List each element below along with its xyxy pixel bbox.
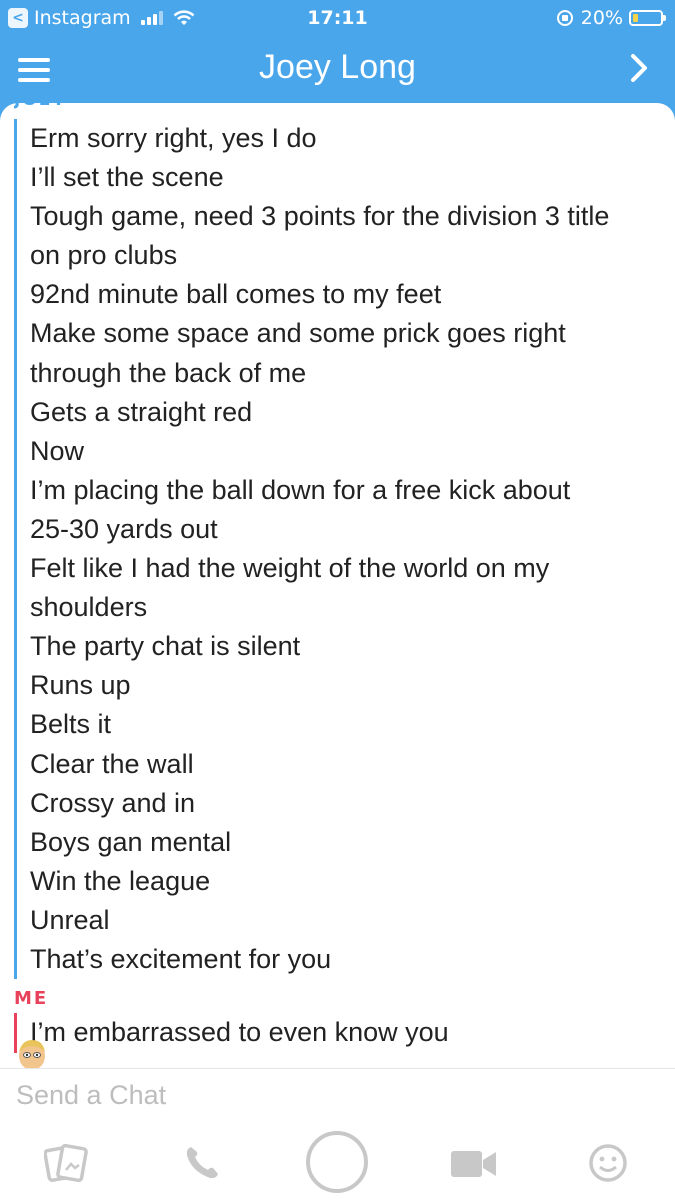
emoji-icon[interactable]	[588, 1143, 628, 1183]
phone-icon[interactable]	[182, 1143, 224, 1183]
chat-message[interactable]: Clear the wall	[30, 745, 664, 784]
video-icon[interactable]	[450, 1149, 498, 1179]
chat-message[interactable]: Felt like I had the weight of the world …	[30, 549, 664, 588]
chat-message[interactable]: I’m embarrassed to even know you	[30, 1013, 664, 1052]
chat-message[interactable]: Unreal	[30, 901, 664, 940]
sender-label-me: ME	[14, 988, 49, 1009]
chat-message[interactable]: I’ll set the scene	[30, 158, 664, 197]
chat-message[interactable]: That’s excitement for you	[30, 940, 664, 979]
chat-message[interactable]: Win the league	[30, 862, 664, 901]
battery-icon	[629, 10, 666, 26]
chat-message[interactable]: Boys gan mental	[30, 823, 664, 862]
chat-message[interactable]: The party chat is silent	[30, 627, 664, 666]
chat-message[interactable]: Crossy and in	[30, 784, 664, 823]
chat-message[interactable]: Tough game, need 3 points for the divisi…	[30, 197, 664, 236]
chat-message[interactable]: Make some space and some prick goes righ…	[30, 314, 664, 353]
message-group-me: I’m embarrassed to even know you	[14, 1013, 664, 1053]
chevron-right-icon[interactable]	[623, 50, 655, 86]
status-bar: < Instagram 17:11 20%	[0, 0, 675, 36]
chat-message[interactable]: 92nd minute ball comes to my feet	[30, 275, 664, 314]
sender-label-joey: JOEY	[14, 96, 67, 110]
chat-message[interactable]: Runs up	[30, 666, 664, 705]
chat-message[interactable]: Erm sorry right, yes I do	[30, 119, 664, 158]
chat-message[interactable]: Now	[30, 432, 664, 471]
chat-header: Joey Long	[0, 36, 675, 102]
battery-percent: 20%	[580, 7, 623, 29]
rotation-lock-icon	[556, 10, 573, 26]
chat-message[interactable]: on pro clubs	[30, 236, 664, 275]
avatar[interactable]	[14, 1036, 50, 1068]
message-group-joey: Erm sorry right, yes I do I’ll set the sc…	[14, 119, 664, 979]
capture-icon[interactable]	[304, 1129, 370, 1195]
chat-message[interactable]: Belts it	[30, 705, 664, 744]
chat-message[interactable]: through the back of me	[30, 354, 664, 393]
chat-input[interactable]: Send a Chat	[16, 1080, 166, 1111]
chat-message[interactable]: shoulders	[30, 588, 664, 627]
chat-toolbar	[0, 1125, 675, 1200]
chat-message[interactable]: 25-30 yards out	[30, 510, 664, 549]
composer-divider	[0, 1068, 675, 1069]
chat-message[interactable]: Gets a straight red	[30, 393, 664, 432]
chat-message[interactable]: I’m placing the ball down for a free kic…	[30, 471, 664, 510]
memories-icon[interactable]	[44, 1143, 90, 1185]
page-title: Joey Long	[259, 48, 416, 86]
